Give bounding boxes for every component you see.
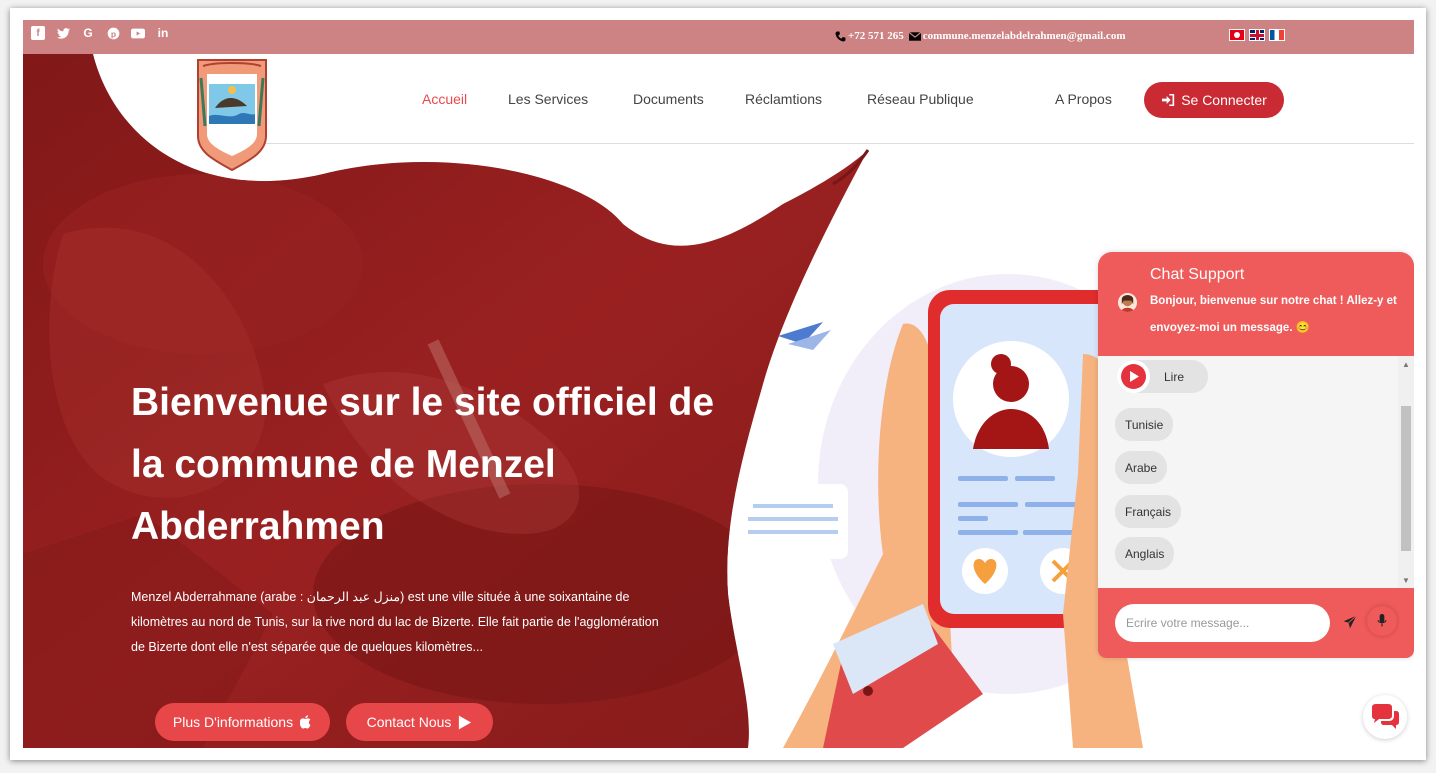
nav-item-a-propos[interactable]: A Propos — [1055, 91, 1112, 107]
svg-text:p: p — [110, 28, 115, 38]
chat-message-input[interactable] — [1115, 604, 1330, 642]
nav-divider — [266, 143, 1414, 144]
twitter-icon[interactable] — [56, 26, 70, 40]
browser-frame: f G p in +72 571 265 commune.menzelabdel… — [10, 8, 1426, 760]
nav-item-documents[interactable]: Documents — [633, 91, 704, 107]
sign-in-icon — [1162, 94, 1175, 106]
chat-scrollbar[interactable]: ▲ ▼ — [1398, 356, 1414, 588]
nav-item-reclamations[interactable]: Réclamtions — [745, 91, 822, 107]
france-flag-icon[interactable] — [1269, 29, 1285, 41]
youtube-icon[interactable] — [131, 26, 145, 40]
more-info-label: Plus D'informations — [172, 714, 294, 730]
play-audio-button[interactable] — [1117, 360, 1150, 393]
login-label: Se Connecter — [1181, 92, 1267, 108]
chat-widget: Chat Support Bonjour, bienvenue sur notr… — [1098, 252, 1414, 658]
hero-description: Menzel Abderrahmane (arabe : منزل عبد ال… — [131, 590, 659, 654]
login-button[interactable]: Se Connecter — [1144, 82, 1284, 118]
page: f G p in +72 571 265 commune.menzelabdel… — [23, 20, 1414, 748]
chat-toggle-button[interactable] — [1363, 695, 1407, 739]
top-bar: f G p in +72 571 265 commune.menzelabdel… — [23, 20, 1414, 54]
hero-title: Bienvenue sur le site officiel de la com… — [131, 381, 715, 548]
chat-option-anglais[interactable]: Anglais — [1115, 537, 1175, 570]
uk-flag-icon[interactable] — [1249, 29, 1265, 41]
municipality-logo[interactable] — [195, 56, 269, 172]
chat-title: Chat Support — [1150, 266, 1245, 283]
social-links: f G p in — [31, 26, 170, 40]
pinterest-icon[interactable]: p — [106, 26, 120, 40]
nav-item-services[interactable]: Les Services — [508, 91, 588, 107]
language-flags — [1229, 29, 1285, 41]
chat-option-tunisie[interactable]: Tunisie — [1115, 408, 1174, 441]
chat-welcome-message: Bonjour, bienvenue sur notre chat ! Alle… — [1150, 295, 1397, 334]
chat-option-francais[interactable]: Français — [1115, 495, 1182, 528]
nav-item-reseau-publique[interactable]: Réseau Publique — [867, 91, 974, 107]
agent-avatar — [1118, 293, 1137, 312]
email-address[interactable]: commune.menzelabdelrahmen@gmail.com — [923, 30, 1126, 42]
chat-messages[interactable]: Lire Tunisie Arabe Français Anglais ▲ ▼ — [1098, 356, 1414, 588]
send-icon — [1343, 615, 1357, 629]
chat-footer — [1098, 588, 1414, 658]
email-icon — [908, 31, 921, 41]
contact-button[interactable]: Contact Nous — [346, 703, 493, 741]
scroll-up-icon[interactable]: ▲ — [1402, 360, 1410, 369]
play-icon — [1129, 371, 1139, 382]
scroll-down-icon[interactable]: ▼ — [1402, 576, 1410, 585]
facebook-icon[interactable]: f — [31, 26, 45, 40]
microphone-button[interactable] — [1367, 606, 1397, 636]
google-icon[interactable]: G — [81, 26, 95, 40]
chat-bubbles-icon — [1372, 704, 1399, 729]
contact-info: +72 571 265 commune.menzelabdelrahmen@gm… — [835, 30, 1125, 42]
chat-header: Chat Support Bonjour, bienvenue sur notr… — [1098, 252, 1414, 356]
phone-number[interactable]: +72 571 265 — [848, 30, 904, 42]
nav-item-accueil[interactable]: Accueil — [422, 91, 467, 107]
play-store-icon — [459, 715, 472, 729]
more-info-button[interactable]: Plus D'informations — [155, 703, 330, 741]
contact-label: Contact Nous — [366, 714, 452, 730]
read-label: Lire — [1164, 369, 1185, 384]
microphone-icon — [1377, 614, 1387, 627]
send-button[interactable] — [1340, 610, 1360, 634]
scroll-thumb[interactable] — [1401, 406, 1411, 551]
chat-option-arabe[interactable]: Arabe — [1115, 451, 1168, 484]
phone-icon — [835, 31, 846, 41]
linkedin-icon[interactable]: in — [156, 26, 170, 40]
read-audio-option[interactable]: Lire — [1117, 360, 1208, 393]
tunisia-flag-icon[interactable] — [1229, 29, 1245, 41]
apple-icon — [300, 715, 311, 729]
